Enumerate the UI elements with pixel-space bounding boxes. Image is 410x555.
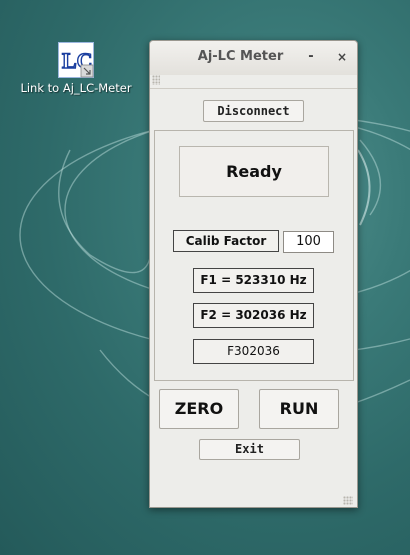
resize-grip-top[interactable] [152,75,160,85]
lc-meter-window: Aj-LC Meter - × Disconnect Ready Calib F… [149,40,358,508]
raw-frequency-readout: F302036 [193,339,314,364]
lc-meter-shortcut-icon: LC [58,42,94,78]
minimize-button[interactable]: - [305,50,317,64]
status-display: Ready [179,146,329,197]
title-separator [150,88,357,89]
calib-factor-input[interactable]: 100 [283,231,334,253]
f1-frequency-readout: F1 = 523310 Hz [193,268,314,293]
zero-button[interactable]: ZERO [159,389,239,429]
resize-grip-bottom[interactable] [343,496,353,505]
desktop-shortcut[interactable]: LC Link to Aj_LC-Meter [18,42,134,95]
close-button[interactable]: × [336,50,348,64]
run-button[interactable]: RUN [259,389,339,429]
exit-button[interactable]: Exit [199,439,300,460]
window-title: Aj-LC Meter [197,49,284,64]
disconnect-button[interactable]: Disconnect [203,100,304,122]
shortcut-label: Link to Aj_LC-Meter [20,81,132,95]
calib-factor-label: Calib Factor [173,230,279,252]
f2-frequency-readout: F2 = 302036 Hz [193,303,314,328]
window-titlebar[interactable]: Aj-LC Meter - × [150,41,357,75]
